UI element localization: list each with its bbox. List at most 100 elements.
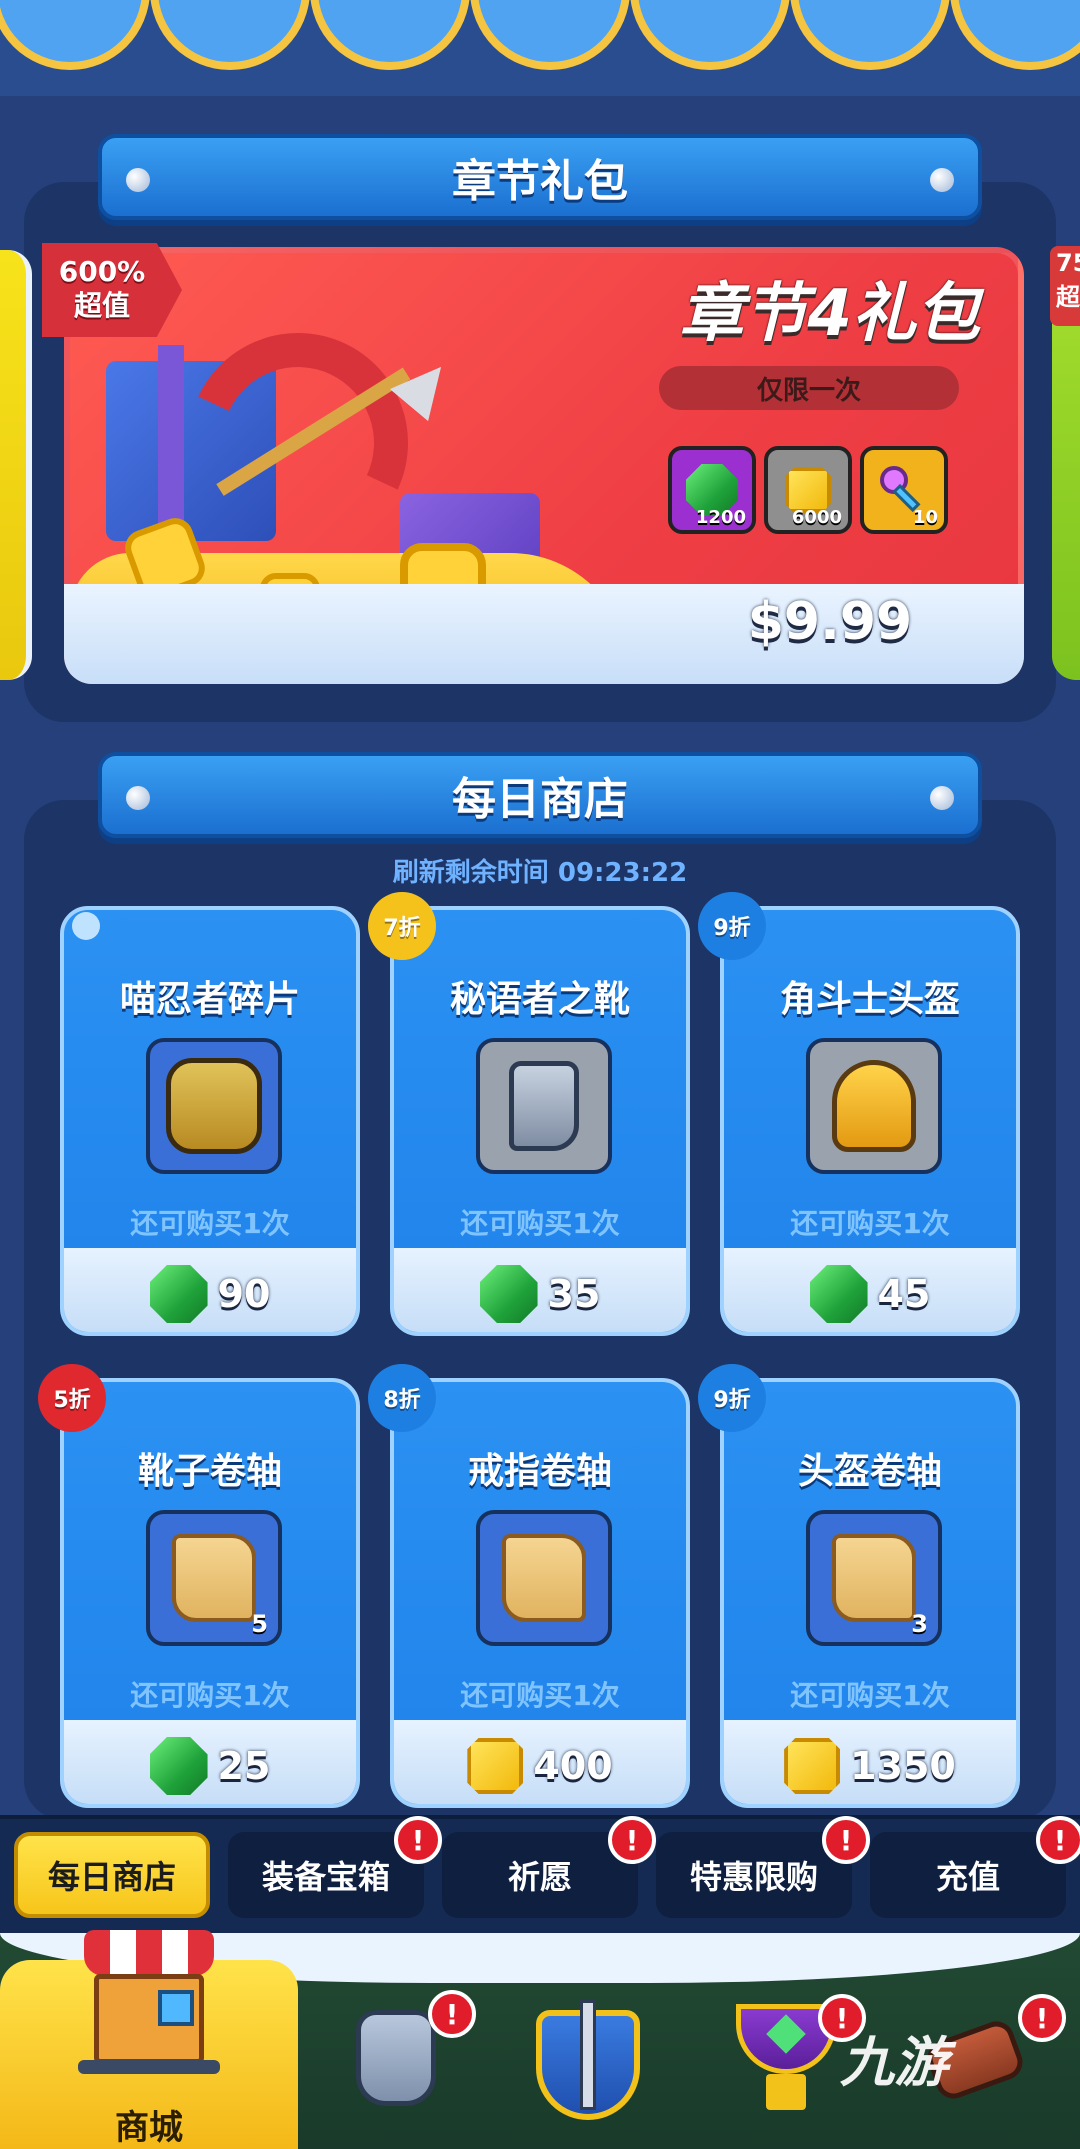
armor-icon (356, 2010, 436, 2106)
nav-hero-button[interactable] (536, 2000, 640, 2120)
rivet (930, 786, 954, 810)
tab-alert-badge: ! (822, 1816, 870, 1864)
reward-coins: 6000 (764, 446, 852, 534)
shop-item-icon-frame (146, 1038, 282, 1174)
boots-icon (509, 1061, 579, 1151)
purchase-limit: 还可购买1次 (130, 1207, 290, 1240)
reward-count: 10 (912, 507, 938, 528)
next-pack-badge: 75 超 (1050, 246, 1080, 326)
helmet-icon (832, 1060, 916, 1152)
chapter-pack-section-title: 章节礼包 (452, 156, 628, 207)
discount-badge: 7折 (368, 892, 436, 960)
tab-0[interactable]: 每日商店 (14, 1832, 210, 1918)
purchase-limit-label: 仅限一次 (659, 366, 959, 410)
awning-scallop (0, 0, 150, 70)
discount-badge: 9折 (698, 1364, 766, 1432)
item-price: 1350 (850, 1744, 956, 1788)
top-awning (0, 0, 1080, 96)
purchase-limit: 还可购买1次 (130, 1679, 290, 1712)
reward-gems: 1200 (668, 446, 756, 534)
discount-badge: 8折 (368, 1364, 436, 1432)
shop-item-card[interactable]: 头盔卷轴 3 还可购买1次 1350 (720, 1378, 1020, 1808)
next-pack-badge-line1: 75 (1056, 249, 1080, 277)
watermark-logo: 九游 (840, 2031, 948, 2094)
gem-icon (149, 1265, 208, 1323)
shop-item-name: 喵忍者碎片 (119, 979, 300, 1020)
tab-label: 祈愿 (507, 1858, 572, 1896)
helmet-scroll-icon (832, 1534, 916, 1622)
awning-scallop (470, 0, 630, 70)
shop-item-name: 靴子卷轴 (137, 1451, 282, 1492)
nav-shop-label: 商城 (115, 2108, 183, 2148)
value-badge-percent: 600% (58, 255, 146, 288)
boots-scroll-icon (172, 1534, 256, 1622)
shop-item-icon-frame: 3 (806, 1510, 942, 1646)
value-badge-text: 超值 (73, 289, 130, 322)
shop-item-card[interactable]: 喵忍者碎片还可购买1次 90 (60, 906, 360, 1336)
item-price: 25 (217, 1744, 271, 1788)
rivet (126, 786, 150, 810)
rivet (126, 168, 150, 192)
shop-item-name: 秘语者之靴 (449, 979, 630, 1020)
rivet (930, 168, 954, 192)
shop-stall-icon (78, 1930, 220, 2080)
item-price: 35 (547, 1272, 601, 1316)
reward-count: 6000 (791, 507, 842, 528)
equipment-alert-badge: ! (428, 1990, 476, 2038)
shop-item-icon-frame (476, 1510, 612, 1646)
trophy-base (766, 2074, 806, 2110)
buy-button[interactable]: 45 (724, 1248, 1016, 1332)
next-pack-badge-line2: 超 (1056, 283, 1080, 311)
purchase-limit: 还可购买1次 (460, 1679, 620, 1712)
buy-button[interactable]: 35 (394, 1248, 686, 1332)
tab-label: 装备宝箱 (261, 1858, 390, 1896)
card-shine (72, 912, 100, 940)
prev-pack-card[interactable] (0, 250, 32, 680)
awning-scallop (310, 0, 470, 70)
tab-alert-badge: ! (1036, 1816, 1080, 1864)
shop-item-card[interactable]: 角斗士头盔还可购买1次 45 (720, 906, 1020, 1336)
item-price: 400 (533, 1744, 613, 1788)
gift-ribbon-illustration (158, 345, 184, 545)
shop-item-icon-frame (476, 1038, 612, 1174)
discount-badge: 5折 (38, 1364, 106, 1432)
daily-shop-ribbon: 每日商店 (98, 752, 982, 838)
shop-item-name: 角斗士头盔 (779, 979, 960, 1020)
item-quantity: 3 (911, 1610, 928, 1638)
ninja-cat-shard-icon (166, 1058, 262, 1154)
daily-shop-section-title: 每日商店 (452, 774, 628, 825)
awning-scallop (790, 0, 950, 70)
chapter-pack-ribbon: 章节礼包 (98, 134, 982, 220)
tab-alert-badge: ! (608, 1816, 656, 1864)
forge-alert-badge: ! (1018, 1994, 1066, 2042)
value-badge: 600% 超值 (42, 243, 182, 337)
chapter-pack-title: 章节4礼包 (679, 277, 980, 351)
purchase-limit: 还可购买1次 (790, 1679, 950, 1712)
coin-icon (784, 1738, 841, 1794)
discount-badge: 9折 (698, 892, 766, 960)
item-price: 90 (217, 1272, 271, 1316)
buy-button[interactable]: 1350 (724, 1720, 1016, 1804)
refresh-timer: 刷新剩余时间 09:23:22 (392, 858, 688, 888)
ring-scroll-icon (502, 1534, 586, 1622)
shop-item-name: 戒指卷轴 (467, 1451, 612, 1492)
purchase-limit: 还可购买1次 (790, 1207, 950, 1240)
buy-button[interactable]: 90 (64, 1248, 356, 1332)
gem-icon (149, 1737, 208, 1795)
shop-item-icon-frame (806, 1038, 942, 1174)
item-price: 45 (877, 1272, 931, 1316)
chapter-pack-price[interactable]: $9.99 (720, 592, 940, 652)
shop-item-card[interactable]: 靴子卷轴 5 还可购买1次 25 (60, 1378, 360, 1808)
shop-item-card[interactable]: 秘语者之靴 还可购买1次 35 (390, 906, 690, 1336)
shop-item-card[interactable]: 戒指卷轴还可购买1次 400 (390, 1378, 690, 1808)
awning-scallop (150, 0, 310, 70)
buy-button[interactable]: 400 (394, 1720, 686, 1804)
buy-button[interactable]: 25 (64, 1720, 356, 1804)
tab-alert-badge: ! (394, 1816, 442, 1864)
shop-item-name: 头盔卷轴 (797, 1451, 942, 1492)
reward-keys: 10 (860, 446, 948, 534)
reward-count: 1200 (695, 507, 746, 528)
gem-icon (809, 1265, 868, 1323)
sword-icon (580, 2000, 596, 2110)
gem-icon (479, 1265, 538, 1323)
